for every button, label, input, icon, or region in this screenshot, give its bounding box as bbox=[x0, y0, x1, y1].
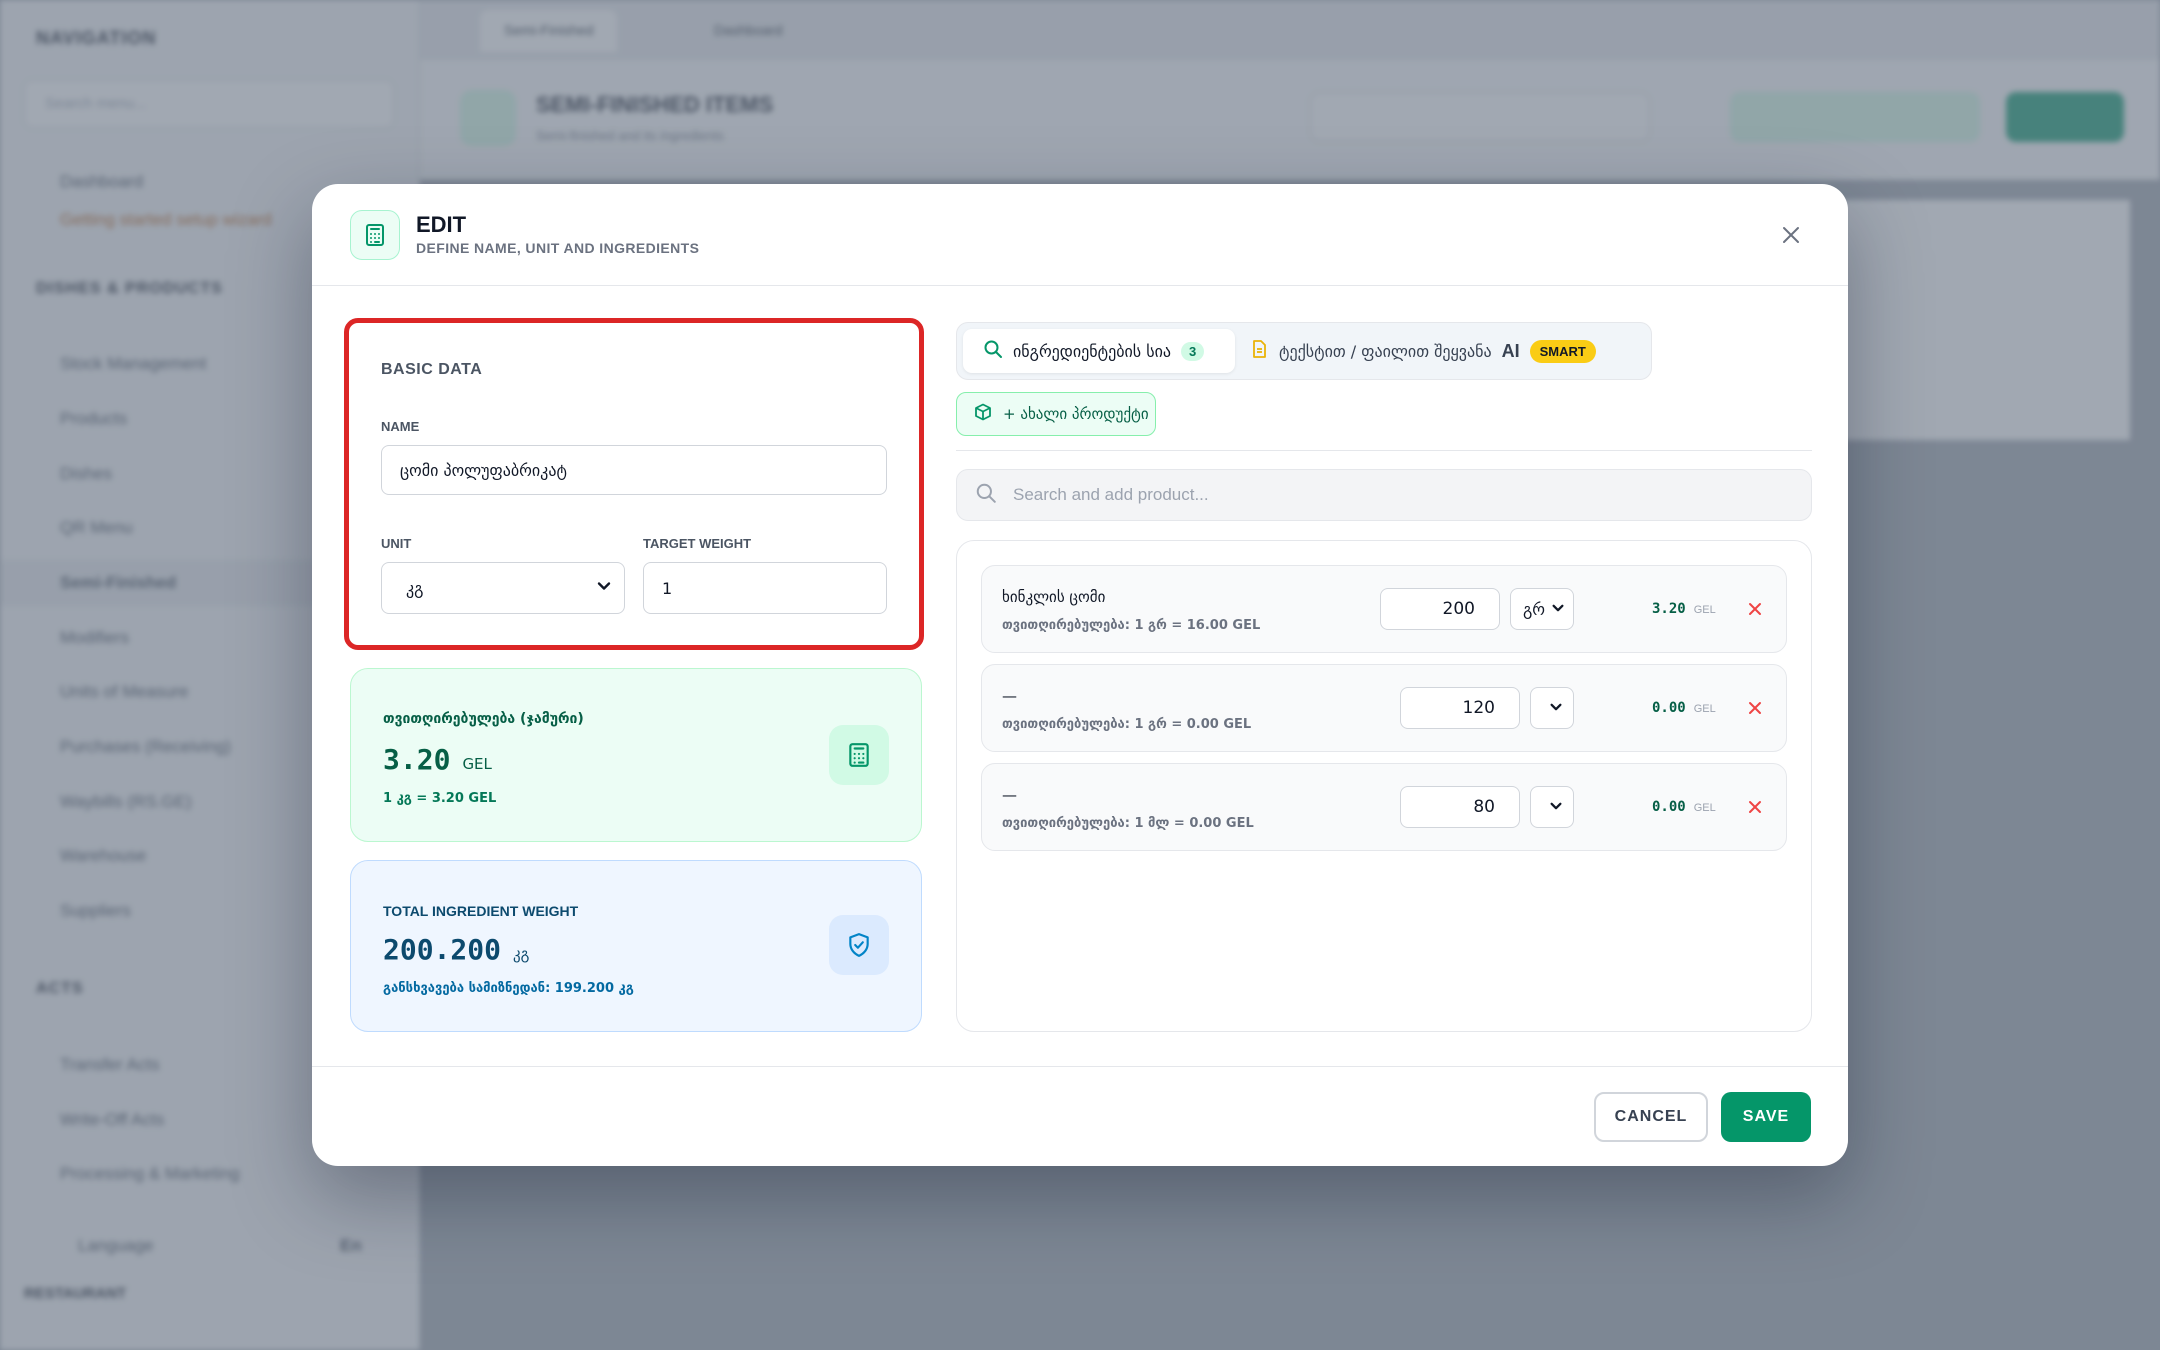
product-search-input[interactable]: Search and add product... bbox=[956, 469, 1812, 521]
cost-note: 1 კგ = 3.20 GEL bbox=[383, 791, 497, 806]
chevron-down-icon bbox=[1551, 600, 1565, 619]
chevron-down-icon bbox=[596, 578, 612, 598]
cost-currency: GEL bbox=[462, 755, 492, 773]
ingredient-unit-value: გრ bbox=[1523, 599, 1546, 619]
ingredient-name: — bbox=[1002, 687, 1017, 705]
ingredient-price: 0.00 GEL bbox=[1652, 700, 1716, 716]
unit-select-value: კგ bbox=[406, 578, 424, 598]
save-button[interactable]: SAVE bbox=[1721, 1092, 1811, 1142]
calculator-icon bbox=[350, 210, 400, 260]
divider bbox=[956, 450, 1812, 451]
box-plus-icon bbox=[973, 402, 993, 426]
shield-check-icon bbox=[829, 915, 889, 975]
ingredient-unit-select[interactable] bbox=[1530, 786, 1574, 828]
unit-select[interactable]: კგ bbox=[381, 562, 625, 614]
ingredient-price-value: 3.20 bbox=[1652, 601, 1686, 617]
search-icon bbox=[975, 482, 997, 509]
product-search-placeholder: Search and add product... bbox=[1013, 485, 1209, 504]
name-input[interactable]: ცომი პოლუფაბრიკატ bbox=[381, 445, 887, 495]
search-icon bbox=[983, 339, 1003, 363]
ingredient-price-currency: GEL bbox=[1693, 703, 1716, 715]
cost-value: 3.20 GEL bbox=[383, 743, 492, 776]
cancel-button[interactable]: CANCEL bbox=[1594, 1092, 1708, 1142]
ingredient-row: — თვითღირებულება: 1 მლ = 0.00 GEL 80 0.0… bbox=[981, 763, 1787, 851]
modal-header: EDIT DEFINE NAME, UNIT AND INGREDIENTS bbox=[312, 184, 1848, 286]
ingredient-price-value: 0.00 bbox=[1652, 700, 1686, 716]
cost-label: თვითღირებულება (ჯამური) bbox=[383, 711, 584, 727]
ingredient-tabs: ინგრედიენტების სია 3 ტექსტით / ფაილით შე… bbox=[956, 322, 1652, 380]
ai-label: AI bbox=[1501, 340, 1520, 361]
ingredient-count-badge: 3 bbox=[1181, 341, 1205, 361]
ingredient-name: — bbox=[1002, 786, 1017, 804]
ingredient-cost-line: თვითღირებულება: 1 მლ = 0.00 GEL bbox=[1002, 816, 1254, 831]
weight-amount: 200.200 bbox=[383, 933, 502, 966]
cost-card: თვითღირებულება (ჯამური) 3.20 GEL 1 კგ = 3… bbox=[350, 668, 922, 842]
close-icon[interactable] bbox=[1776, 220, 1806, 250]
cost-amount: 3.20 bbox=[383, 743, 451, 776]
basic-data-title: BASIC DATA bbox=[381, 361, 483, 378]
ingredient-price: 0.00 GEL bbox=[1652, 799, 1716, 815]
edit-modal: EDIT DEFINE NAME, UNIT AND INGREDIENTS B… bbox=[312, 184, 1848, 1166]
remove-ingredient-icon[interactable] bbox=[1744, 796, 1766, 818]
ingredient-unit-select[interactable] bbox=[1530, 687, 1574, 729]
tab-ingredient-list[interactable]: ინგრედიენტების სია 3 bbox=[963, 329, 1235, 373]
target-weight-input[interactable]: 1 bbox=[643, 562, 887, 614]
remove-ingredient-icon[interactable] bbox=[1744, 598, 1766, 620]
new-product-label: + ახალი პროდუქტი bbox=[1003, 405, 1149, 423]
smart-badge: SMART bbox=[1529, 339, 1596, 363]
ingredient-price-currency: GEL bbox=[1693, 802, 1716, 814]
target-weight-label: TARGET WEIGHT bbox=[643, 536, 752, 551]
document-icon bbox=[1249, 339, 1269, 363]
modal-subtitle: DEFINE NAME, UNIT AND INGREDIENTS bbox=[416, 240, 700, 256]
chevron-down-icon bbox=[1549, 699, 1563, 718]
weight-label: TOTAL INGREDIENT WEIGHT bbox=[383, 903, 579, 919]
ingredient-unit-select[interactable]: გრ bbox=[1510, 588, 1574, 630]
ingredient-qty-input[interactable]: 80 bbox=[1400, 786, 1520, 828]
weight-unit: კგ bbox=[513, 945, 530, 963]
ingredient-row: — თვითღირებულება: 1 გრ = 0.00 GEL 120 0.… bbox=[981, 664, 1787, 752]
remove-ingredient-icon[interactable] bbox=[1744, 697, 1766, 719]
ingredient-qty-input[interactable]: 200 bbox=[1380, 588, 1500, 630]
ingredient-cost-line: თვითღირებულება: 1 გრ = 0.00 GEL bbox=[1002, 717, 1252, 732]
ingredient-price-currency: GEL bbox=[1693, 604, 1716, 616]
new-product-button[interactable]: + ახალი პროდუქტი bbox=[956, 392, 1156, 436]
unit-label: UNIT bbox=[381, 536, 412, 551]
ingredient-cost-line: თვითღირებულება: 1 გრ = 16.00 GEL bbox=[1002, 618, 1261, 633]
name-label: NAME bbox=[381, 419, 420, 434]
tab-ai-input-label: ტექსტით / ფაილით შეყვანა bbox=[1279, 341, 1492, 361]
weight-card: TOTAL INGREDIENT WEIGHT 200.200 კგ განსხვ… bbox=[350, 860, 922, 1032]
weight-note: განსხვავება სამიზნედან: 199.200 კგ bbox=[383, 981, 634, 996]
ingredient-price-value: 0.00 bbox=[1652, 799, 1686, 815]
chevron-down-icon bbox=[1549, 798, 1563, 817]
basic-data-section: BASIC DATA NAME ცომი პოლუფაბრიკატ UNIT კ… bbox=[344, 318, 924, 650]
modal-title: EDIT bbox=[416, 212, 467, 237]
calculator-icon bbox=[829, 725, 889, 785]
ingredient-name: ხინკლის ცომი bbox=[1002, 588, 1106, 606]
tab-ai-input[interactable]: ტექსტით / ფაილით შეყვანა AI SMART bbox=[1249, 329, 1596, 373]
ingredient-price: 3.20 GEL bbox=[1652, 601, 1716, 617]
tab-ingredient-list-label: ინგრედიენტების სია bbox=[1013, 341, 1172, 361]
ingredient-list: ხინკლის ცომი თვითღირებულება: 1 გრ = 16.0… bbox=[956, 540, 1812, 1032]
ingredient-qty-input[interactable]: 120 bbox=[1400, 687, 1520, 729]
weight-value: 200.200 კგ bbox=[383, 933, 529, 966]
ingredient-row: ხინკლის ცომი თვითღირებულება: 1 გრ = 16.0… bbox=[981, 565, 1787, 653]
